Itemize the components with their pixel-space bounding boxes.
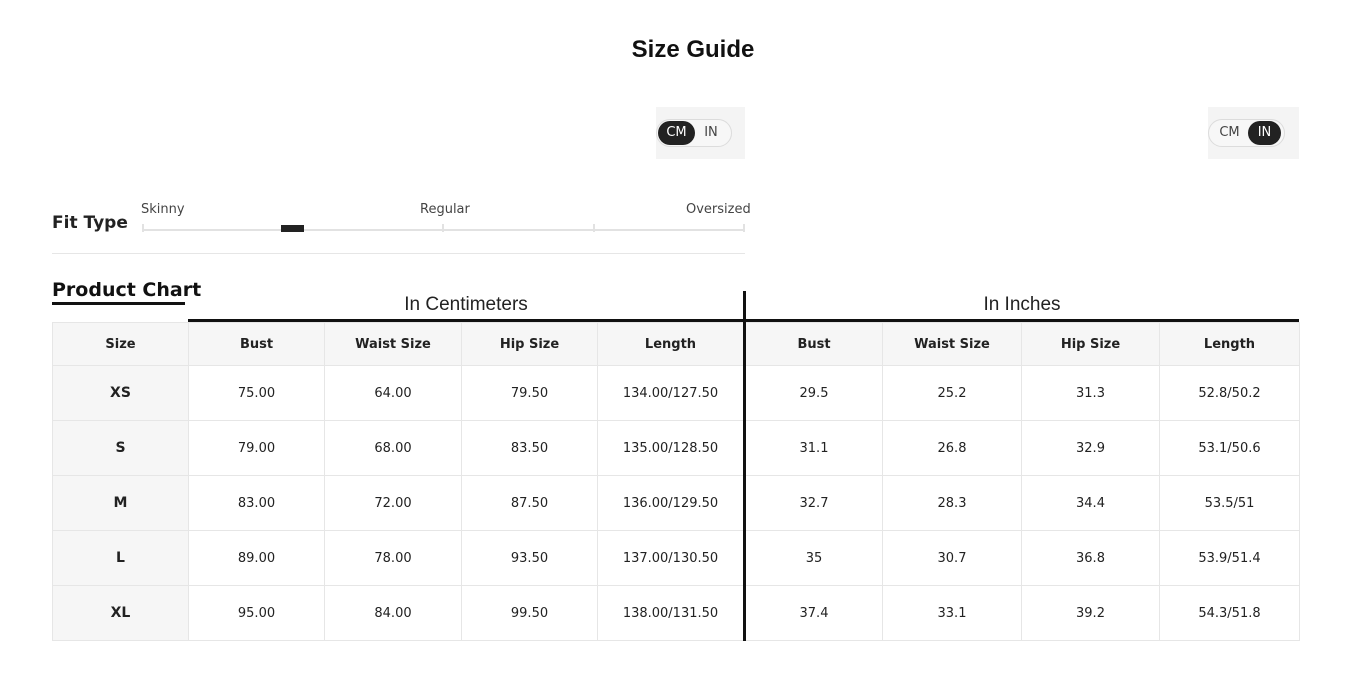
table-row: M 83.00 72.00 87.50 136.00/129.50 32.7 2… xyxy=(52,475,1300,531)
table-cell: 78.00 xyxy=(324,530,462,586)
table-cell: 75.00 xyxy=(188,365,325,421)
unit-option-in[interactable]: IN xyxy=(1248,121,1281,145)
product-chart-heading: Product Chart xyxy=(52,279,202,301)
table-cell: 32.9 xyxy=(1021,420,1160,476)
fit-scale-tick xyxy=(743,224,745,232)
column-header: Length xyxy=(597,322,745,366)
in-group-label: In Inches xyxy=(983,294,1061,315)
column-header: Bust xyxy=(188,322,325,366)
page-title: Size Guide xyxy=(631,36,755,63)
table-header-row: Size Bust Waist Size Hip Size Length Bus… xyxy=(52,322,1300,366)
unit-option-in[interactable]: IN xyxy=(695,121,727,145)
unit-option-cm[interactable]: CM xyxy=(658,121,695,145)
fit-scale-tick xyxy=(593,224,595,232)
table-cell: 134.00/127.50 xyxy=(597,365,745,421)
fit-scale-marker xyxy=(281,225,304,232)
table-cell: 29.5 xyxy=(743,365,883,421)
table-row: XS 75.00 64.00 79.50 134.00/127.50 29.5 … xyxy=(52,365,1300,421)
table-cell: 79.50 xyxy=(461,365,598,421)
table-cell: 25.2 xyxy=(882,365,1022,421)
table-cell: 31.1 xyxy=(743,420,883,476)
table-cell: 83.50 xyxy=(461,420,598,476)
unit-toggle-in-panel: CM IN xyxy=(1208,107,1299,159)
table-cell: 54.3/51.8 xyxy=(1159,585,1300,641)
unit-group-separator xyxy=(743,291,746,641)
cm-group-label: In Centimeters xyxy=(404,294,528,315)
product-chart-underline xyxy=(52,302,185,305)
table-cell: 31.3 xyxy=(1021,365,1160,421)
table-cell: 95.00 xyxy=(188,585,325,641)
table-cell: 138.00/131.50 xyxy=(597,585,745,641)
table-cell: 52.8/50.2 xyxy=(1159,365,1300,421)
table-cell: 53.1/50.6 xyxy=(1159,420,1300,476)
table-cell: 93.50 xyxy=(461,530,598,586)
fit-scale-skinny: Skinny xyxy=(141,202,185,217)
table-cell: 136.00/129.50 xyxy=(597,475,745,531)
table-cell: 37.4 xyxy=(743,585,883,641)
table-cell: 89.00 xyxy=(188,530,325,586)
table-cell: 35 xyxy=(743,530,883,586)
table-cell: 83.00 xyxy=(188,475,325,531)
size-cell: L xyxy=(52,530,189,586)
unit-toggle[interactable]: CM IN xyxy=(1208,119,1285,147)
table-cell: 30.7 xyxy=(882,530,1022,586)
table-cell: 34.4 xyxy=(1021,475,1160,531)
size-cell: M xyxy=(52,475,189,531)
table-row: XL 95.00 84.00 99.50 138.00/131.50 37.4 … xyxy=(52,585,1300,641)
unit-option-cm[interactable]: CM xyxy=(1211,121,1248,145)
column-header: Size xyxy=(52,322,189,366)
fit-type-label: Fit Type xyxy=(52,213,128,233)
table-cell: 72.00 xyxy=(324,475,462,531)
table-cell: 84.00 xyxy=(324,585,462,641)
size-cell: XS xyxy=(52,365,189,421)
column-header: Waist Size xyxy=(882,322,1022,366)
table-cell: 26.8 xyxy=(882,420,1022,476)
table-cell: 36.8 xyxy=(1021,530,1160,586)
table-row: S 79.00 68.00 83.50 135.00/128.50 31.1 2… xyxy=(52,420,1300,476)
size-cell: S xyxy=(52,420,189,476)
column-header: Waist Size xyxy=(324,322,462,366)
column-header: Hip Size xyxy=(461,322,598,366)
fit-scale-tick xyxy=(142,224,144,232)
size-table: Size Bust Waist Size Hip Size Length Bus… xyxy=(52,322,1300,641)
table-cell: 99.50 xyxy=(461,585,598,641)
section-divider xyxy=(52,253,745,254)
size-cell: XL xyxy=(52,585,189,641)
table-cell: 53.5/51 xyxy=(1159,475,1300,531)
fit-scale-regular: Regular xyxy=(420,202,470,217)
table-cell: 64.00 xyxy=(324,365,462,421)
unit-toggle-cm-panel: CM IN xyxy=(656,107,745,159)
table-cell: 135.00/128.50 xyxy=(597,420,745,476)
column-header: Hip Size xyxy=(1021,322,1160,366)
table-cell: 32.7 xyxy=(743,475,883,531)
table-cell: 87.50 xyxy=(461,475,598,531)
table-row: L 89.00 78.00 93.50 137.00/130.50 35 30.… xyxy=(52,530,1300,586)
table-cell: 39.2 xyxy=(1021,585,1160,641)
table-cell: 53.9/51.4 xyxy=(1159,530,1300,586)
fit-scale-tick xyxy=(442,224,444,232)
table-cell: 28.3 xyxy=(882,475,1022,531)
column-header: Bust xyxy=(743,322,883,366)
column-header: Length xyxy=(1159,322,1300,366)
table-cell: 137.00/130.50 xyxy=(597,530,745,586)
fit-scale-oversized: Oversized xyxy=(686,202,751,217)
table-cell: 33.1 xyxy=(882,585,1022,641)
table-cell: 68.00 xyxy=(324,420,462,476)
unit-toggle[interactable]: CM IN xyxy=(656,119,732,147)
table-cell: 79.00 xyxy=(188,420,325,476)
